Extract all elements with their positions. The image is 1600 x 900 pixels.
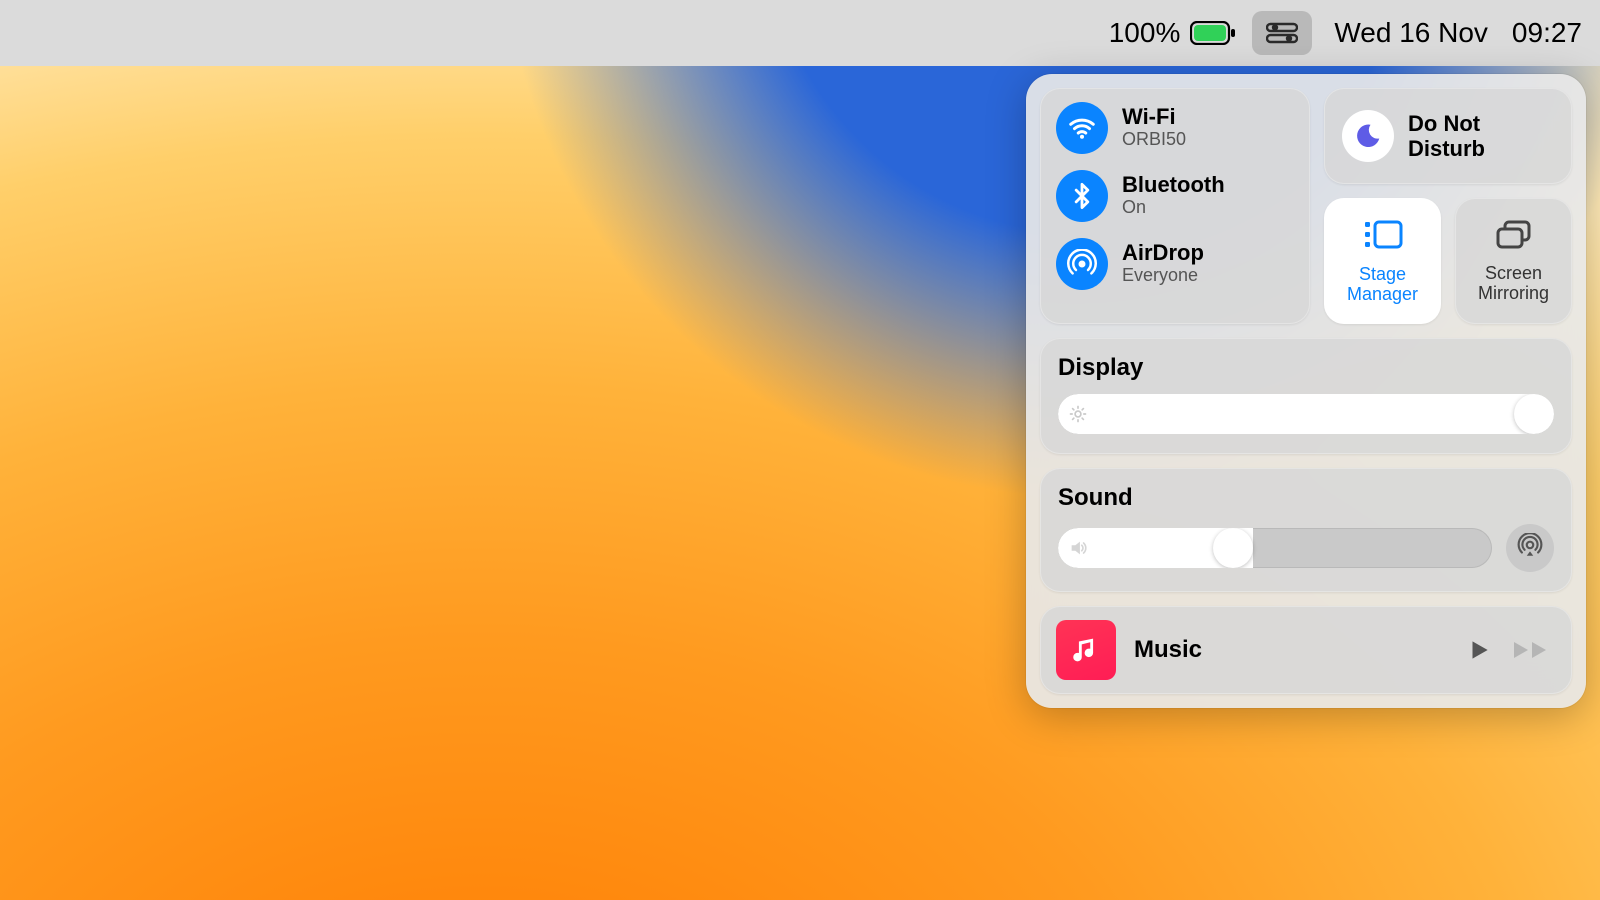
moon-icon [1342, 110, 1394, 162]
do-not-disturb-toggle[interactable]: Do Not Disturb [1324, 88, 1572, 184]
play-button[interactable] [1466, 637, 1492, 663]
airplay-audio-button[interactable] [1506, 524, 1554, 572]
brightness-low-icon [1068, 404, 1088, 424]
display-tile: Display [1040, 338, 1572, 454]
airdrop-toggle[interactable]: AirDrop Everyone [1056, 238, 1294, 290]
volume-slider[interactable] [1058, 528, 1492, 568]
now-playing-tile[interactable]: Music [1040, 606, 1572, 694]
wifi-icon [1056, 102, 1108, 154]
airdrop-label: AirDrop [1122, 241, 1204, 265]
airplay-icon [1517, 533, 1543, 564]
music-track-title: Music [1134, 636, 1448, 664]
menubar-time[interactable]: 09:27 [1512, 17, 1582, 49]
screen-mirroring-label: Screen Mirroring [1455, 264, 1572, 304]
bluetooth-toggle[interactable]: Bluetooth On [1056, 170, 1294, 222]
brightness-slider[interactable] [1058, 394, 1554, 434]
stage-manager-icon [1361, 218, 1405, 257]
next-track-button[interactable] [1512, 638, 1550, 662]
control-center-button[interactable] [1252, 11, 1312, 55]
bluetooth-icon [1056, 170, 1108, 222]
display-heading: Display [1058, 354, 1554, 382]
volume-icon [1068, 537, 1090, 559]
sound-tile: Sound [1040, 468, 1572, 592]
bluetooth-status: On [1122, 197, 1225, 219]
battery-icon [1190, 21, 1236, 45]
sound-heading: Sound [1058, 484, 1554, 512]
connectivity-tile: Wi-Fi ORBI50 Bluetooth On [1040, 88, 1310, 324]
wifi-label: Wi-Fi [1122, 105, 1186, 129]
battery-percentage: 100% [1109, 17, 1181, 49]
screen-mirroring-icon [1494, 219, 1534, 256]
wifi-network-name: ORBI50 [1122, 129, 1186, 151]
screen-mirroring-button[interactable]: Screen Mirroring [1455, 198, 1572, 324]
menu-bar: 100% Wed 16 Nov 09:27 [0, 0, 1600, 66]
stage-manager-toggle[interactable]: Stage Manager [1324, 198, 1441, 324]
airdrop-icon [1056, 238, 1108, 290]
dnd-label: Do Not Disturb [1408, 111, 1554, 162]
wifi-toggle[interactable]: Wi-Fi ORBI50 [1056, 102, 1294, 154]
airdrop-status: Everyone [1122, 265, 1204, 287]
stage-manager-label: Stage Manager [1324, 265, 1441, 305]
menubar-date[interactable]: Wed 16 Nov [1334, 17, 1488, 49]
bluetooth-label: Bluetooth [1122, 173, 1225, 197]
control-center-panel: Wi-Fi ORBI50 Bluetooth On [1026, 74, 1586, 708]
music-app-icon [1056, 620, 1116, 680]
